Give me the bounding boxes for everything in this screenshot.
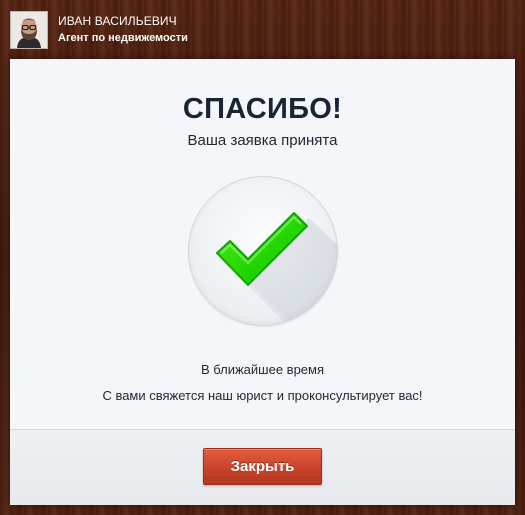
avatar [10,11,48,49]
dialog-subtitle: Ваша заявка принята [187,132,338,149]
dialog-title: СПАСИБО! [182,93,343,125]
checkmark-icon [216,212,337,325]
message-line-1: В ближайшее время [200,362,325,377]
agent-info: ИВАН ВАСИЛЬЕВИЧ Агент по недвижемости [58,13,188,47]
agent-header: ИВАН ВАСИЛЬЕВИЧ Агент по недвижемости [10,10,188,50]
dialog-footer: Закрыть [10,429,515,505]
thank-you-dialog: СПАСИБО! Ваша заявка принята В ближайшее… [10,59,515,505]
agent-role: Агент по недвижемости [58,32,188,44]
avatar-photo [11,12,47,48]
close-button[interactable]: Закрыть [203,448,322,485]
agent-name: ИВАН ВАСИЛЬЕВИЧ [58,14,177,28]
message-line-2: С вами свяжется наш юрист и проконсульти… [102,388,423,403]
success-badge [188,176,338,326]
